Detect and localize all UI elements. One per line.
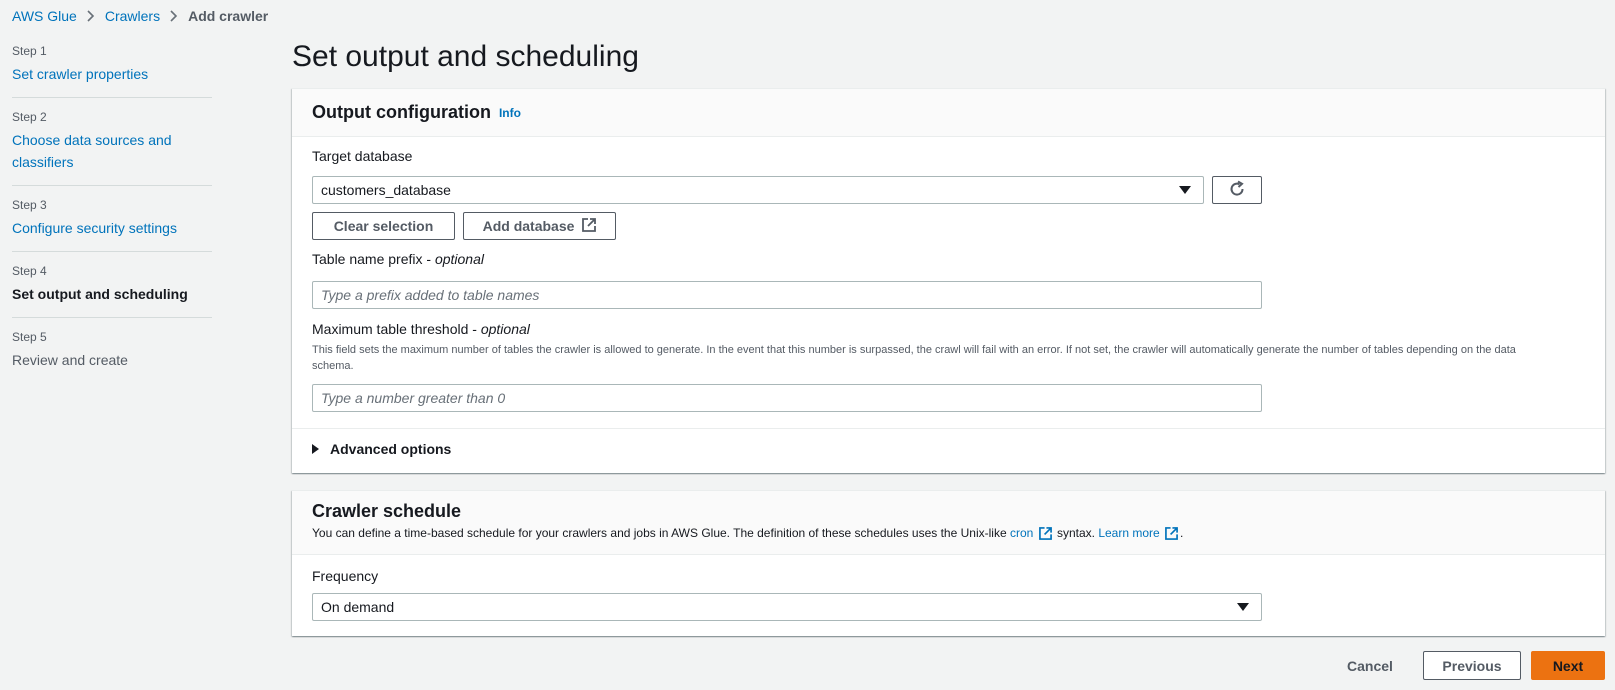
add-database-label: Add database [482,218,575,234]
panel-header: Output configuration Info [292,89,1605,137]
optional-text: optional [480,321,530,337]
step-link-security-settings[interactable]: Configure security settings [12,217,212,239]
step-3: Step 3 Configure security settings [12,198,212,252]
max-table-threshold-input[interactable]: Type a number greater than 0 [312,384,1262,412]
wizard-steps-nav: Step 1 Set crawler properties Step 2 Cho… [12,44,212,395]
crawler-schedule-panel: Crawler schedule You can define a time-b… [292,490,1605,636]
step-number: Step 2 [12,110,47,124]
panel-title: Crawler schedule [312,501,462,521]
external-link-icon [582,217,597,235]
frequency-label: Frequency [312,568,379,584]
schedule-desc-text: You can define a time-based schedule for… [312,526,1010,540]
breadcrumb-crawlers[interactable]: Crawlers [105,8,160,24]
step-2: Step 2 Choose data sources and classifie… [12,110,212,186]
step-review-create: Review and create [12,352,128,368]
table-prefix-label-text: Table name prefix - [312,251,435,267]
advanced-options-toggle[interactable]: Advanced options [312,441,451,457]
chevron-right-icon [87,10,95,22]
schedule-desc-end: . [1180,526,1184,540]
divider [292,428,1605,429]
refresh-icon [1228,180,1246,201]
threshold-label-text: Maximum table threshold - [312,321,481,337]
panel-title: Output configuration [312,102,491,122]
add-database-button[interactable]: Add database [463,212,616,240]
step-number: Step 1 [12,44,47,58]
next-button[interactable]: Next [1531,651,1605,680]
step-4: Step 4 Set output and scheduling [12,264,212,318]
advanced-options-label: Advanced options [330,441,452,457]
select-value: On demand [321,599,395,615]
schedule-desc-mid: syntax. [1053,526,1099,540]
breadcrumb-aws-glue[interactable]: AWS Glue [12,8,77,24]
step-1: Step 1 Set crawler properties [12,44,212,98]
breadcrumb-current: Add crawler [188,8,269,24]
frequency-select[interactable]: On demand [312,593,1262,621]
previous-button[interactable]: Previous [1423,651,1521,680]
step-link-crawler-properties[interactable]: Set crawler properties [12,63,212,85]
target-database-label: Target database [312,148,413,164]
breadcrumb: AWS Glue Crawlers Add crawler [12,8,268,24]
step-5: Step 5 Review and create [12,330,212,383]
step-current-output-scheduling: Set output and scheduling [12,286,188,302]
caret-down-icon [1179,186,1191,194]
caret-down-icon [1237,603,1249,611]
learn-more-link[interactable]: Learn more [1098,526,1159,540]
cancel-button[interactable]: Cancel [1330,651,1410,680]
page-title: Set output and scheduling [292,40,639,73]
step-number: Step 4 [12,264,47,278]
step-number: Step 3 [12,198,47,212]
step-link-data-sources[interactable]: Choose data sources and classifiers [12,129,182,173]
table-prefix-input[interactable]: Type a prefix added to table names [312,281,1262,309]
caret-right-icon [312,444,319,454]
target-database-select[interactable]: customers_database [312,176,1204,204]
optional-text: optional [434,251,484,267]
step-number: Step 5 [12,330,47,344]
cron-link[interactable]: cron [1010,526,1033,540]
table-prefix-label: Table name prefix - optional [312,251,484,267]
clear-selection-button[interactable]: Clear selection [312,212,455,240]
external-link-icon [1165,527,1178,543]
external-link-icon [1038,527,1052,543]
refresh-button[interactable] [1212,176,1262,204]
output-configuration-panel: Output configuration Info Target databas… [292,88,1605,473]
threshold-description: This field sets the maximum number of ta… [312,344,1516,372]
panel-header: Crawler schedule You can define a time-b… [292,491,1605,555]
chevron-right-icon [170,10,178,22]
max-table-threshold-label: Maximum table threshold - optional [312,321,530,337]
info-link[interactable]: Info [499,106,521,120]
select-value: customers_database [321,182,451,198]
schedule-description: You can define a time-based schedule for… [312,526,1585,543]
